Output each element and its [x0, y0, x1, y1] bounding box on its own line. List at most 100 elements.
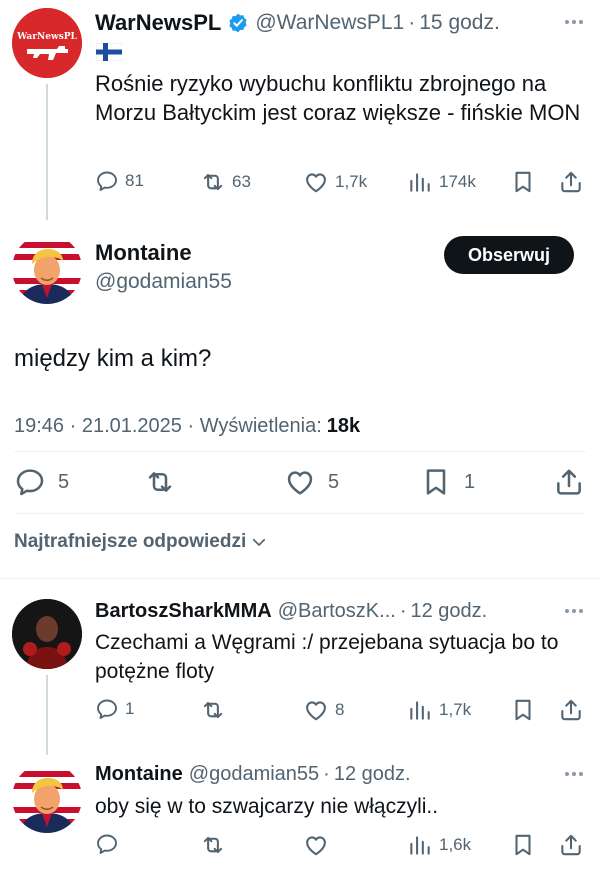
- separator-dot: ·: [399, 599, 407, 622]
- views-count: 174k: [439, 172, 476, 191]
- post-timestamp[interactable]: 19:46 · 21.01.2025 · Wyświetlenia: 18k: [14, 415, 360, 438]
- bookmark-icon: [510, 169, 536, 195]
- reply-button[interactable]: [95, 832, 119, 856]
- views-icon: [407, 169, 433, 195]
- like-button[interactable]: 1,7k: [303, 169, 367, 195]
- reply2-time[interactable]: 12 godz.: [334, 763, 411, 786]
- divider: [0, 578, 600, 579]
- avatar-montaine[interactable]: [12, 763, 82, 833]
- warnewspl-logo-icon: WarNewsPL: [12, 8, 82, 78]
- share-button[interactable]: [558, 832, 584, 858]
- repost-icon: [200, 169, 226, 195]
- like-icon: [284, 466, 316, 498]
- repost-count: 63: [232, 172, 251, 191]
- verified-badge-icon: [229, 13, 247, 33]
- views-count: 1,7k: [439, 700, 472, 719]
- more-options-icon[interactable]: [565, 609, 583, 613]
- main-author-name[interactable]: Montaine: [95, 240, 192, 266]
- warnewspl-logo-text: WarNewsPL: [16, 32, 77, 42]
- bookmark-button[interactable]: [510, 697, 536, 723]
- main-post-text: między kim a kim?: [14, 345, 212, 372]
- repost-icon: [200, 832, 226, 858]
- sort-label: Najtrafniejsze odpowiedzi: [14, 531, 247, 552]
- main-author-handle[interactable]: @godamian55: [95, 270, 232, 294]
- post-time[interactable]: 15 godz.: [419, 11, 500, 35]
- author-handle[interactable]: @WarNewsPL1: [255, 11, 404, 35]
- main-repost-button[interactable]: [144, 466, 176, 498]
- like-count: 1,7k: [335, 172, 368, 191]
- avatar-image: [12, 763, 82, 833]
- divider: [14, 513, 586, 514]
- reply2-author-name[interactable]: Montaine: [95, 763, 183, 786]
- main-reply-count: 5: [58, 470, 70, 493]
- reply-icon: [95, 832, 119, 856]
- main-like-count: 5: [328, 470, 340, 493]
- reply1-author-name[interactable]: BartoszSharkMMA: [95, 600, 272, 623]
- repost-icon: [200, 697, 226, 723]
- sort-replies-dropdown[interactable]: Najtrafniejsze odpowiedzi: [14, 531, 268, 553]
- reply2-text: oby się w to szwajcarzy nie włączyli..: [95, 795, 439, 818]
- more-options-icon[interactable]: [565, 772, 583, 776]
- main-bookmark-button[interactable]: 1: [420, 466, 475, 498]
- repost-button[interactable]: [200, 832, 226, 858]
- reply1-author-handle[interactable]: @BartoszK...: [278, 600, 396, 623]
- views-button[interactable]: 1,7k: [407, 697, 471, 723]
- bookmark-icon: [510, 832, 536, 858]
- reply-button[interactable]: 81: [95, 169, 144, 193]
- reply2-author-handle[interactable]: @godamian55: [189, 763, 319, 786]
- reply-count: 1: [125, 699, 135, 718]
- post1-text: Rośnie ryzyko wybuchu konfliktu zbrojneg…: [95, 71, 581, 125]
- share-button[interactable]: [558, 697, 584, 723]
- post1-header: WarNewsPL @WarNewsPL1 · 15 godz.: [95, 8, 500, 38]
- views-button[interactable]: 174k: [407, 169, 476, 195]
- share-icon: [558, 832, 584, 858]
- repost-button[interactable]: [200, 697, 226, 723]
- avatar-image: [12, 234, 82, 304]
- reply-icon: [95, 697, 119, 721]
- reply-icon: [95, 169, 119, 193]
- bookmark-icon: [420, 466, 452, 498]
- timestamp-text: 19:46 · 21.01.2025 · Wyświetlenia:: [14, 415, 322, 437]
- like-button[interactable]: [303, 832, 329, 858]
- more-options-icon[interactable]: [565, 20, 583, 24]
- avatar-montaine[interactable]: [12, 234, 82, 304]
- reply1-text: Czechami a Węgrami :/ przejebana sytuacj…: [95, 631, 559, 683]
- thread-line: [46, 675, 48, 755]
- avatar-bartoszsharkmma[interactable]: [12, 599, 82, 669]
- main-like-button[interactable]: 5: [284, 466, 339, 498]
- divider: [14, 451, 586, 452]
- reply-count: 81: [125, 171, 144, 190]
- chevron-down-icon: [253, 538, 266, 546]
- bookmark-button[interactable]: [510, 169, 536, 195]
- avatar-image: [12, 599, 82, 669]
- avatar-warnewspl[interactable]: WarNewsPL: [12, 8, 82, 78]
- views-count: 1,6k: [439, 835, 472, 854]
- reply-icon: [14, 466, 46, 498]
- share-icon: [558, 169, 584, 195]
- like-icon: [303, 832, 329, 858]
- repost-button[interactable]: 63: [200, 169, 251, 195]
- like-count: 8: [335, 700, 345, 719]
- follow-button[interactable]: Obserwuj: [444, 236, 574, 274]
- reply2-header: Montaine @godamian55 · 12 godz.: [95, 760, 411, 788]
- like-icon: [303, 697, 329, 723]
- main-reply-button[interactable]: 5: [14, 466, 69, 498]
- views-icon: [407, 832, 433, 858]
- share-icon: [553, 466, 585, 498]
- main-views-count: 18k: [326, 415, 361, 437]
- main-bookmark-count: 1: [464, 470, 476, 493]
- author-name[interactable]: WarNewsPL: [95, 10, 221, 36]
- thread-line: [46, 84, 48, 220]
- main-share-button[interactable]: [553, 466, 585, 498]
- repost-icon: [144, 466, 176, 498]
- like-icon: [303, 169, 329, 195]
- views-icon: [407, 697, 433, 723]
- views-button[interactable]: 1,6k: [407, 832, 471, 858]
- separator-dot: ·: [408, 11, 416, 34]
- reply-button[interactable]: 1: [95, 697, 134, 721]
- separator-dot: ·: [323, 762, 330, 785]
- share-button[interactable]: [558, 169, 584, 195]
- reply1-time[interactable]: 12 godz.: [411, 600, 488, 623]
- like-button[interactable]: 8: [303, 697, 344, 723]
- bookmark-button[interactable]: [510, 832, 536, 858]
